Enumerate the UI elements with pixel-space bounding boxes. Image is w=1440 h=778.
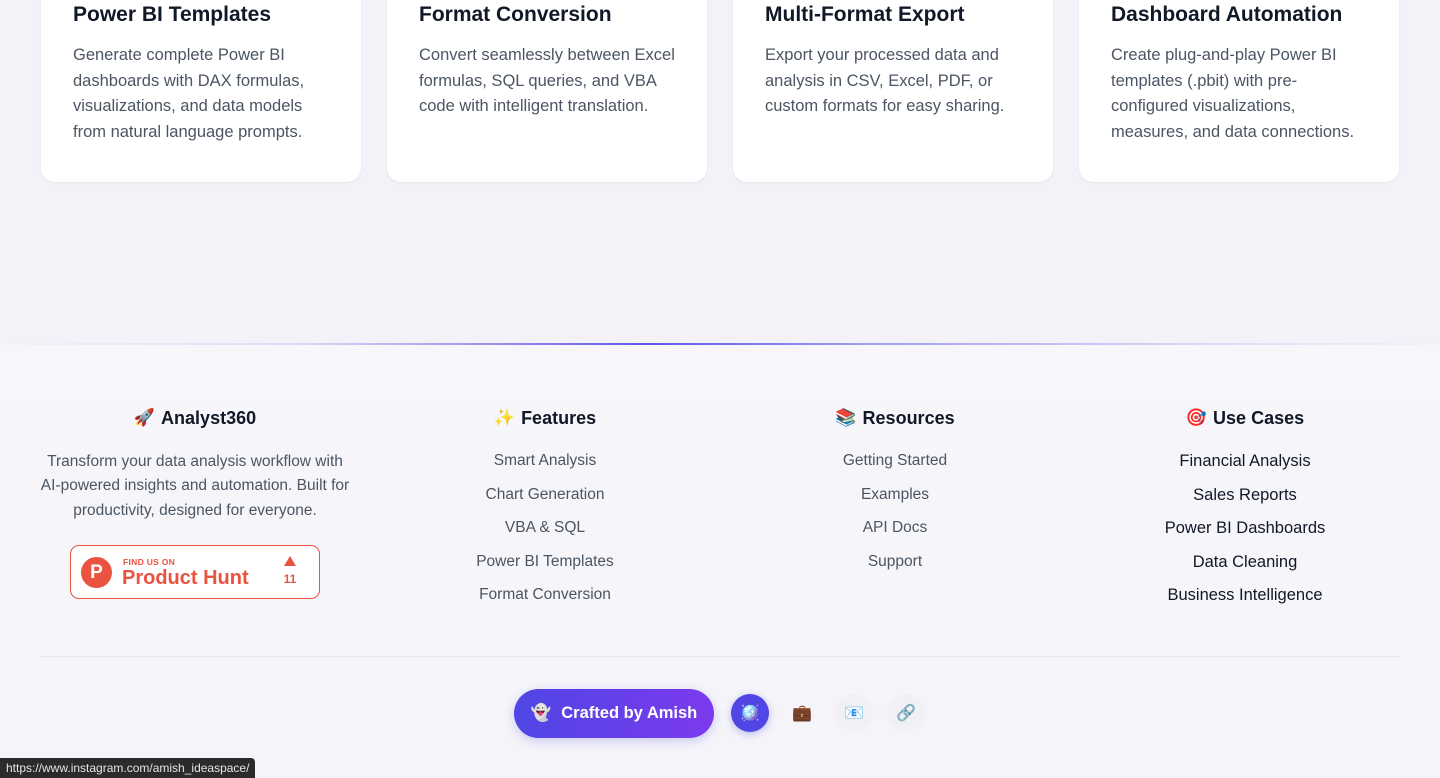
product-hunt-big-text: Product Hunt bbox=[122, 567, 249, 589]
link-icon: 🔗 bbox=[896, 705, 916, 722]
footer-features-column: ✨ Features Smart Analysis Chart Generati… bbox=[385, 405, 705, 619]
crafted-by-label: Crafted by Amish bbox=[561, 704, 698, 722]
portfolio-link[interactable]: 💼 bbox=[783, 694, 821, 732]
briefcase-icon: 💼 bbox=[792, 705, 812, 722]
sparkles-icon: ✨ bbox=[493, 408, 516, 427]
upvote-arrow-icon bbox=[284, 556, 296, 566]
footer-link-vba-sql[interactable]: VBA & SQL bbox=[385, 518, 705, 552]
feature-card-title: Multi-Format Export bbox=[765, 3, 965, 26]
feature-card-dashboard-automation: Dashboard Automation Create plug-and-pla… bbox=[1079, 0, 1399, 182]
crafted-by-button[interactable]: 👻 Crafted by Amish bbox=[514, 689, 714, 738]
footer-link-financial-analysis[interactable]: Financial Analysis bbox=[1085, 451, 1405, 485]
footer-link-chart-generation[interactable]: Chart Generation bbox=[385, 485, 705, 519]
footer-features-title: ✨ Features bbox=[385, 405, 705, 431]
browser-status-url: https://www.instagram.com/amish_ideaspac… bbox=[0, 758, 256, 778]
target-icon: 🎯 bbox=[1185, 408, 1208, 427]
footer-link-data-cleaning[interactable]: Data Cleaning bbox=[1085, 552, 1405, 586]
books-icon: 📚 bbox=[835, 408, 857, 427]
footer-link-sales-reports[interactable]: Sales Reports bbox=[1085, 485, 1405, 519]
rocket-icon: 🚀 bbox=[133, 408, 156, 427]
footer-link-format-conversion[interactable]: Format Conversion bbox=[385, 585, 705, 619]
feature-card-description: Export your processed data and analysis … bbox=[765, 46, 1005, 116]
upvote-count: 11 bbox=[283, 572, 297, 586]
footer-brand-column: 🚀 Analyst360 Transform your data analysi… bbox=[35, 405, 355, 523]
footer-link-getting-started[interactable]: Getting Started bbox=[735, 451, 1055, 485]
instagram-link[interactable]: 🪩 bbox=[731, 694, 769, 732]
feature-card-multi-format-export: Multi-Format Export Export your processe… bbox=[733, 0, 1053, 182]
feature-card-description: Generate complete Power BI dashboards wi… bbox=[73, 46, 305, 142]
footer-use-cases-column: 🎯 Use Cases Financial Analysis Sales Rep… bbox=[1085, 405, 1405, 619]
footer-link-power-bi-dashboards[interactable]: Power BI Dashboards bbox=[1085, 518, 1405, 552]
use-cases-heading: Use Cases bbox=[1213, 408, 1305, 428]
brand-name: Analyst360 bbox=[161, 408, 257, 428]
product-hunt-logo-icon: P bbox=[81, 557, 112, 588]
product-hunt-small-text: FIND US ON bbox=[123, 557, 176, 567]
footer-brand-title: 🚀 Analyst360 bbox=[35, 405, 355, 431]
external-link[interactable]: 🔗 bbox=[887, 694, 925, 732]
resources-heading: Resources bbox=[862, 408, 955, 428]
use-cases-links: Financial Analysis Sales Reports Power B… bbox=[1085, 451, 1405, 619]
feature-card-title: Format Conversion bbox=[419, 3, 612, 26]
feature-card-description: Convert seamlessly between Excel formula… bbox=[419, 46, 675, 116]
feature-card-power-bi-templates: Power BI Templates Generate complete Pow… bbox=[41, 0, 361, 182]
features-heading: Features bbox=[521, 408, 597, 428]
footer-resources-column: 📚 Resources Getting Started Examples API… bbox=[735, 405, 1055, 585]
footer-link-power-bi-templates[interactable]: Power BI Templates bbox=[385, 552, 705, 586]
product-hunt-badge[interactable]: P FIND US ON Product Hunt 11 bbox=[70, 545, 320, 599]
feature-card-format-conversion: Format Conversion Convert seamlessly bet… bbox=[387, 0, 707, 182]
feature-card-title: Power BI Templates bbox=[73, 3, 272, 26]
ghost-icon: 👻 bbox=[530, 704, 552, 722]
site-footer: 🚀 Analyst360 Transform your data analysi… bbox=[0, 345, 1440, 778]
instagram-icon: 🪩 bbox=[740, 705, 760, 722]
footer-link-business-intelligence[interactable]: Business Intelligence bbox=[1085, 585, 1405, 619]
features-section: Power BI Templates Generate complete Pow… bbox=[0, 0, 1440, 344]
footer-resources-title: 📚 Resources bbox=[735, 405, 1055, 431]
footer-divider bbox=[40, 656, 1400, 657]
features-links: Smart Analysis Chart Generation VBA & SQ… bbox=[385, 451, 705, 619]
brand-description: Transform your data analysis workflow wi… bbox=[40, 453, 350, 519]
footer-link-smart-analysis[interactable]: Smart Analysis bbox=[385, 451, 705, 485]
resources-links: Getting Started Examples API Docs Suppor… bbox=[735, 451, 1055, 585]
email-icon: 📧 bbox=[844, 705, 864, 722]
footer-link-api-docs[interactable]: API Docs bbox=[735, 518, 1055, 552]
footer-link-support[interactable]: Support bbox=[735, 552, 1055, 586]
footer-use-cases-title: 🎯 Use Cases bbox=[1085, 405, 1405, 431]
footer-link-examples[interactable]: Examples bbox=[735, 485, 1055, 519]
feature-card-description: Create plug-and-play Power BI templates … bbox=[1111, 46, 1355, 142]
feature-card-title: Dashboard Automation bbox=[1111, 3, 1343, 26]
email-link[interactable]: 📧 bbox=[835, 694, 873, 732]
